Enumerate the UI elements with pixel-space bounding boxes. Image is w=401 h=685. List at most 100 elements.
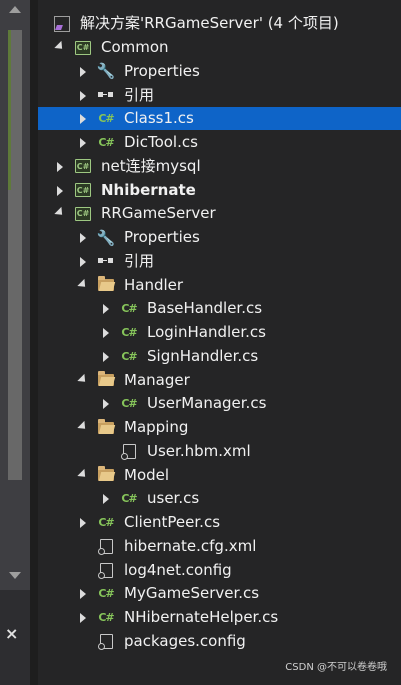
expand-arrow-icon[interactable] [100,351,112,363]
tree-item[interactable]: Manager [38,369,401,392]
vertical-scrollbar[interactable] [0,0,30,590]
tree-item[interactable]: C# net连接mysql [38,155,401,178]
expand-arrow-icon[interactable] [77,256,89,268]
solution-label: 解决方案'RRGameServer' (4 个项目) [80,14,339,32]
solution-node[interactable]: 解决方案'RRGameServer' (4 个项目) [38,12,401,35]
expand-arrow-icon[interactable] [77,232,89,244]
tree-item-label: Manager [124,370,190,389]
expand-arrow-icon[interactable] [100,493,112,505]
tree-item[interactable]: 🔧 Properties [38,60,401,83]
tree-item[interactable]: User.hbm.xml [38,440,401,463]
collapse-arrow-icon[interactable] [77,420,89,434]
tree-item[interactable]: C# SignHandler.cs [38,345,401,368]
expand-arrow-icon[interactable] [100,398,112,410]
tree-item[interactable]: C# ClientPeer.cs [38,511,401,534]
csharp-project-icon: C# [74,158,92,175]
tree-item-label: NHibernateHelper.cs [124,608,279,626]
collapse-arrow-icon[interactable] [54,207,66,220]
tree-item-label: hibernate.cfg.xml [124,536,257,555]
left-gutter: × [0,0,30,685]
tree-item[interactable]: packages.config [38,630,401,653]
tree-item[interactable]: C# LoginHandler.cs [38,321,401,344]
expand-arrow-icon[interactable] [77,137,89,149]
csharp-project-icon: C# [74,39,92,56]
csharp-file-icon: C# [121,349,137,363]
expand-arrow-icon[interactable] [77,588,89,600]
tree-item-label: user.cs [147,489,200,508]
tree-item[interactable]: C# DicTool.cs [38,131,401,154]
tree-item-label: User.hbm.xml [147,441,251,460]
tree-item-label: Class1.cs [124,109,194,128]
csharp-project-icon: C# [74,182,92,199]
tree-item[interactable]: Mapping [38,416,401,439]
tree-item-label: Properties [124,228,200,246]
tree-item-label: Nhibernate [101,180,196,199]
references-icon [97,253,115,270]
solution-explorer-tree: 解决方案'RRGameServer' (4 个项目) C# Common 🔧 Prop… [38,0,401,685]
tree-item[interactable]: C# BaseHandler.cs [38,297,401,320]
tree-item-label: Model [124,465,170,484]
scroll-up-arrow-icon[interactable] [9,6,21,13]
tree-item-label: MyGameServer.cs [124,584,260,603]
tree-item-label: Properties [124,61,200,80]
expand-arrow-icon[interactable] [54,185,66,197]
expand-arrow-icon[interactable] [100,303,112,315]
csharp-file-icon: C# [98,136,114,149]
csharp-file-icon: C# [98,587,114,601]
solution-icon [53,15,71,32]
tree-item[interactable]: log4net.config [38,559,401,582]
csharp-file-icon: C# [121,397,137,411]
tree-item-label: Handler [124,275,184,294]
folder-open-icon [97,418,115,436]
wrench-icon: 🔧 [96,228,116,247]
watermark: CSDN @不可以卷卷哦 [285,662,387,673]
expand-arrow-icon[interactable] [77,517,89,529]
references-icon [97,87,115,104]
tree-item[interactable]: C# Class1.cs [38,107,401,131]
tree-item-label: ClientPeer.cs [124,513,221,531]
tree-item[interactable]: C# UserManager.cs [38,392,401,415]
tree-item-label: BaseHandler.cs [147,299,263,318]
expand-arrow-icon[interactable] [77,90,89,102]
tree-item[interactable]: Handler [38,274,401,297]
tree-item-label: Mapping [124,418,189,436]
tree-item[interactable]: C# NHibernateHelper.cs [38,606,401,629]
tree-item-label: LoginHandler.cs [147,323,266,341]
tree-item[interactable]: C# Nhibernate [38,179,401,202]
tree-item-label: UserManager.cs [147,394,267,413]
tree-item[interactable]: Model [38,464,401,487]
tree-item-label: net连接mysql [101,156,201,175]
tree-item-label: DicTool.cs [124,133,198,151]
expand-arrow-icon[interactable] [100,327,112,339]
tree-item[interactable]: 引用 [38,250,401,273]
folder-open-icon [97,276,115,294]
expand-arrow-icon[interactable] [77,612,89,624]
tree-item[interactable]: C# user.cs [38,487,401,510]
panel-divider [30,0,38,685]
expand-arrow-icon[interactable] [77,66,89,78]
tree-item[interactable]: 引用 [38,84,401,107]
tree-item[interactable]: C# RRGameServer [38,202,401,225]
expand-arrow-icon[interactable] [54,161,66,173]
wrench-icon: 🔧 [96,62,116,81]
config-file-icon [97,538,115,555]
tree-item[interactable]: C# Common [38,36,401,59]
scroll-down-arrow-icon[interactable] [9,572,21,579]
tree-item[interactable]: 🔧 Properties [38,226,401,249]
tree-item-label: Common [101,38,169,56]
folder-open-icon [97,466,115,484]
close-icon[interactable]: × [5,624,18,643]
collapse-arrow-icon[interactable] [77,278,89,292]
tree-item-label: 引用 [124,251,155,270]
collapse-arrow-icon[interactable] [77,468,89,482]
csharp-file-icon: C# [121,302,137,316]
folder-open-icon [97,371,115,389]
csharp-file-icon: C# [98,112,114,126]
expand-arrow-icon[interactable] [77,113,89,125]
collapse-arrow-icon[interactable] [77,373,89,387]
csharp-file-icon: C# [98,611,114,624]
tree-item[interactable]: hibernate.cfg.xml [38,535,401,558]
collapse-arrow-icon[interactable] [54,40,66,54]
config-file-icon [97,633,115,650]
tree-item[interactable]: C# MyGameServer.cs [38,582,401,605]
